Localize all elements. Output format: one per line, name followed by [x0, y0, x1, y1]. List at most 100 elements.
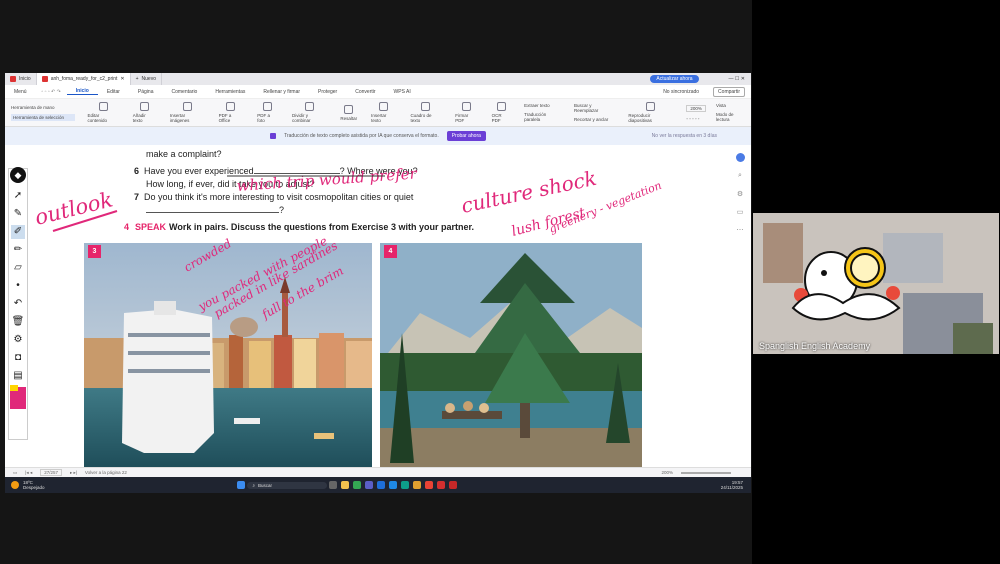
window-controls[interactable]: — ☐ ✕: [729, 76, 745, 82]
user-avatar[interactable]: [735, 153, 745, 162]
question-line: make a complaint?: [146, 149, 222, 159]
photo-venice-cruise: 3: [84, 243, 372, 467]
camera-icon[interactable]: ◘: [11, 351, 25, 365]
ribbon-button[interactable]: Editar contenido: [81, 102, 126, 123]
ribbon-button[interactable]: Insertar imágenes: [163, 102, 212, 123]
photo-number-badge: 4: [384, 245, 397, 258]
marker-icon[interactable]: ✏: [11, 243, 25, 257]
more-icon[interactable]: ⋯: [737, 226, 744, 234]
wps-icon[interactable]: [436, 481, 445, 489]
color-swatch[interactable]: [10, 385, 18, 391]
tab-document[interactable]: anh_foma_ready_for_c2_print ✕: [36, 73, 131, 85]
ribbon-button[interactable]: Recortar y anclar: [574, 117, 615, 122]
settings-icon[interactable]: ⚙: [737, 190, 743, 198]
edit-icon: [98, 102, 108, 111]
thumbnail-icon[interactable]: ▭: [13, 470, 17, 476]
brush-icon[interactable]: ✎: [11, 207, 25, 221]
ai-notice-bar: Traducción de texto completo asistida po…: [5, 127, 751, 145]
status-zoom[interactable]: 200%: [661, 470, 673, 475]
nav-arrows[interactable]: |◂ ◂: [25, 470, 32, 476]
sign-icon: [461, 102, 471, 111]
webcam-video: [753, 213, 999, 354]
textbox-icon: [421, 102, 431, 111]
notes-icon[interactable]: ▤: [11, 369, 25, 383]
select-tool[interactable]: Herramienta de selección: [11, 113, 75, 121]
participant-name: Spanglish English Academy: [759, 341, 871, 351]
menu-item[interactable]: Rellenar y firmar: [254, 89, 309, 95]
reading-mode-button[interactable]: Modo de lectura: [716, 112, 747, 122]
search-icon[interactable]: ⌕: [738, 172, 742, 180]
chrome-icon[interactable]: [352, 481, 361, 489]
clock-date: 24/11/2025: [720, 485, 743, 490]
nav-arrows[interactable]: ▸ ▸|: [70, 470, 77, 476]
ai-icon: [270, 133, 277, 139]
view-button[interactable]: Vista: [716, 103, 747, 108]
tab-home[interactable]: Inicio: [5, 73, 37, 85]
ribbon-button[interactable]: PDF a Office: [212, 102, 251, 123]
ribbon-button[interactable]: Resaltar: [333, 104, 364, 121]
update-button[interactable]: Actualizar ahora: [650, 75, 699, 83]
folder-icon[interactable]: [412, 481, 421, 489]
ribbon-button[interactable]: Cuadro de texto: [403, 102, 448, 123]
store-icon[interactable]: [388, 481, 397, 489]
hand-tool[interactable]: Herramienta de mano: [11, 105, 75, 110]
toolbar-icons[interactable]: ▫ ▫ ▫ ↶ ↷: [36, 89, 67, 95]
view-icons[interactable]: ▫ ▫ ▫ ▫ ▫: [686, 116, 706, 121]
question-text: Have you ever experienced: [144, 166, 254, 176]
tab-new[interactable]: + Nuevo: [131, 73, 162, 85]
taskbar-search[interactable]: ⌕ Buscar: [246, 481, 327, 489]
ribbon-button[interactable]: PDF a foto: [250, 102, 285, 123]
ribbon-button[interactable]: Firmar PDF: [448, 102, 484, 123]
taskview-icon[interactable]: [328, 481, 337, 489]
pdf-icon: [41, 76, 48, 82]
ribbon-button[interactable]: Traducción paralela: [524, 112, 562, 122]
ribbon-button[interactable]: Buscar y Reemplazar: [574, 103, 615, 113]
shared-desktop: Inicio anh_foma_ready_for_c2_print ✕ + N…: [5, 73, 751, 493]
pen-icon[interactable]: ✐: [11, 225, 25, 239]
ribbon-button[interactable]: Reproducir diapositivas: [621, 102, 680, 123]
slideshow-icon: [646, 102, 656, 111]
photo-number-badge: 3: [88, 245, 101, 258]
settings-icon[interactable]: ⚙: [11, 333, 25, 347]
menu-item[interactable]: Herramientas: [206, 89, 254, 95]
close-icon[interactable]: ✕: [120, 76, 124, 82]
teams-icon[interactable]: [364, 481, 373, 489]
chrome-icon[interactable]: [424, 481, 433, 489]
edge-icon[interactable]: [400, 481, 409, 489]
undo-icon[interactable]: ↶: [11, 297, 25, 311]
not-synced-label: No sincronizado: [663, 88, 700, 95]
menu-item[interactable]: Convertir: [346, 89, 384, 95]
page-indicator[interactable]: 27/257: [40, 469, 62, 476]
trash-icon[interactable]: 🗑: [11, 315, 25, 329]
menu-item[interactable]: Página: [129, 89, 163, 95]
pdf-icon[interactable]: [448, 481, 457, 489]
dismiss-link[interactable]: No ver la respuesta en 3 días: [652, 133, 717, 139]
tool-header-icon[interactable]: ◆: [10, 167, 26, 183]
menu-item[interactable]: Proteger: [309, 89, 346, 95]
goto-page-link[interactable]: Volver a la página 22: [85, 470, 127, 475]
share-button[interactable]: Compartir: [713, 86, 745, 97]
panel-icon[interactable]: ▭: [737, 208, 744, 216]
explorer-icon[interactable]: [340, 481, 349, 489]
menu-item[interactable]: Comentario: [162, 89, 206, 95]
zoom-select[interactable]: 200%: [686, 104, 706, 112]
start-icon[interactable]: [236, 481, 245, 489]
dot-icon[interactable]: •: [11, 279, 25, 293]
try-now-button[interactable]: Probar ahora: [446, 131, 486, 141]
pointer-icon[interactable]: ➚: [11, 189, 25, 203]
ribbon-button[interactable]: Añadir texto: [126, 102, 163, 123]
ribbon-button[interactable]: Insertar texto: [364, 102, 403, 123]
ribbon-button[interactable]: Dividir y combinar: [285, 102, 333, 123]
notice-text: Traducción de texto completo asistida po…: [284, 133, 439, 139]
text-icon: [139, 102, 149, 111]
ribbon-button[interactable]: OCR PDF: [485, 102, 518, 123]
mail-icon[interactable]: [376, 481, 385, 489]
menu-item[interactable]: WPS AI: [385, 89, 420, 95]
menu-item-inicio[interactable]: Inicio: [66, 88, 98, 95]
app-menubar: Menú ▫ ▫ ▫ ↶ ↷ Inicio Editar Página Come…: [5, 85, 751, 99]
menu-item[interactable]: Editar: [98, 89, 129, 95]
menu-item[interactable]: Menú: [5, 89, 36, 95]
ribbon-button[interactable]: Extraer texto: [524, 103, 562, 108]
zoom-slider[interactable]: [681, 471, 731, 474]
eraser-icon[interactable]: ▱: [11, 261, 25, 275]
